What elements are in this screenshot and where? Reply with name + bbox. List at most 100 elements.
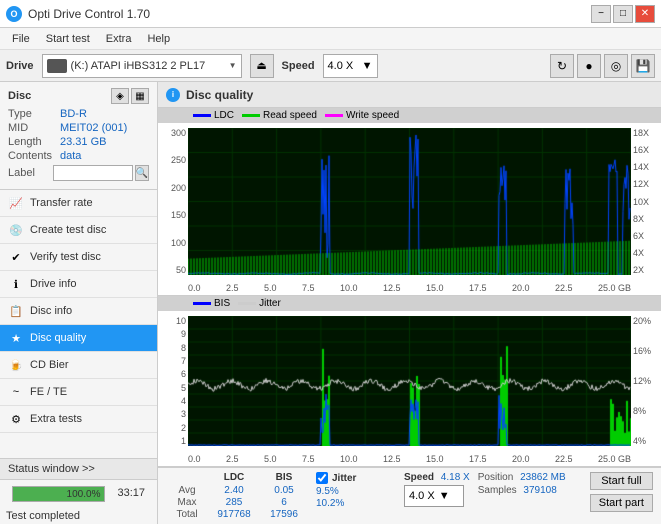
status-window-label: Status window >>	[8, 463, 95, 475]
stats-speed-selector[interactable]: 4.0 X ▼	[404, 485, 464, 507]
bis-legend-color	[193, 302, 211, 305]
progress-bar-container: 100.0%	[12, 486, 105, 502]
position-section: Position 23862 MB Samples 379108	[478, 472, 568, 496]
create-test-disc-icon: 💿	[8, 222, 24, 238]
main-layout: Disc ◈ ▦ Type BD-R MID MEIT02 (001) Leng…	[0, 82, 661, 524]
chart2-y-right: 20% 16% 12% 8% 4%	[631, 316, 661, 446]
charts-area: LDC Read speed Write speed 300 250	[158, 108, 661, 467]
avg-ldc: 2.40	[208, 485, 260, 496]
extra-tests-icon: ⚙	[8, 411, 24, 427]
drive-bar: Drive (K:) ATAPI iHBS312 2 PL17 ▼ ⏏ Spee…	[0, 50, 661, 82]
speed-selector[interactable]: 4.0 X ▼	[323, 54, 378, 78]
time-display: 33:17	[111, 487, 151, 502]
disc-info-icon: 📋	[8, 303, 24, 319]
cd-bier-icon: 🍺	[8, 357, 24, 373]
avg-jitter: 9.5%	[316, 486, 339, 497]
minimize-button[interactable]: −	[591, 5, 611, 23]
sidebar-item-disc-info[interactable]: 📋 Disc info	[0, 298, 157, 325]
read-speed-legend-label: Read speed	[263, 110, 317, 121]
jitter-legend-color	[238, 302, 256, 305]
content-header-icon: i	[166, 88, 180, 102]
bis-header: BIS	[260, 472, 308, 483]
drive-dropdown-arrow: ▼	[229, 61, 237, 70]
status-window-button[interactable]: Status window >>	[0, 459, 157, 480]
sidebar-label-disc-quality: Disc quality	[30, 332, 86, 344]
drive-selector[interactable]: (K:) ATAPI iHBS312 2 PL17 ▼	[42, 54, 242, 78]
read-speed-legend-color	[242, 114, 260, 117]
menu-help[interactable]: Help	[139, 31, 178, 47]
drive-label: Drive	[6, 60, 34, 72]
contents-label: Contents	[8, 150, 60, 162]
chart1-y-right: 18X 16X 14X 12X 10X 8X 6X 4X 2X	[631, 128, 661, 275]
sidebar-label-fe-te: FE / TE	[30, 386, 67, 398]
stats-table: LDC BIS Avg 2.40 0.05 Max 285 6 Total	[166, 472, 308, 520]
avg-bis: 0.05	[260, 485, 308, 496]
chart2-y-left: 10 9 8 7 6 5 4 3 2 1	[158, 316, 188, 446]
fe-te-icon: ~	[8, 384, 24, 400]
position-label: Position	[478, 472, 514, 483]
toolbar-disc-button[interactable]: ◎	[604, 54, 628, 78]
sidebar-item-fe-te[interactable]: ~ FE / TE	[0, 379, 157, 406]
sidebar-label-transfer-rate: Transfer rate	[30, 197, 93, 209]
menu-extra[interactable]: Extra	[98, 31, 140, 47]
sidebar-item-transfer-rate[interactable]: 📈 Transfer rate	[0, 190, 157, 217]
jitter-checkbox[interactable]	[316, 472, 328, 484]
progress-text: 100.0%	[67, 487, 101, 503]
mid-label: MID	[8, 122, 60, 134]
sidebar: Disc ◈ ▦ Type BD-R MID MEIT02 (001) Leng…	[0, 82, 158, 524]
bis-legend-label: BIS	[214, 298, 230, 309]
start-full-button[interactable]: Start full	[590, 472, 653, 490]
sidebar-item-verify-test-disc[interactable]: ✔ Verify test disc	[0, 244, 157, 271]
chart2-container: BIS Jitter 10 9 8 7 6 5 4	[158, 296, 661, 467]
position-value: 23862 MB	[520, 472, 566, 483]
disc-icon-btn-2[interactable]: ▦	[131, 88, 149, 104]
toolbar-save-button[interactable]: 💾	[631, 54, 655, 78]
toolbar-refresh-button[interactable]: ↻	[550, 54, 574, 78]
disc-icon-btn-1[interactable]: ◈	[111, 88, 129, 104]
sidebar-label-cd-bier: CD Bier	[30, 359, 69, 371]
stats-speed-value: 4.0 X	[409, 490, 435, 502]
window-controls: − □ ✕	[591, 5, 655, 23]
type-label: Type	[8, 108, 60, 120]
chart2-x-axis: 0.0 2.5 5.0 7.5 10.0 12.5 15.0 17.5 20.0…	[188, 454, 631, 464]
toolbar-burn-button[interactable]: ●	[577, 54, 601, 78]
app-icon: O	[6, 6, 22, 22]
menu-file[interactable]: File	[4, 31, 38, 47]
sidebar-item-drive-info[interactable]: ℹ Drive info	[0, 271, 157, 298]
bottom-stats: LDC BIS Avg 2.40 0.05 Max 285 6 Total	[158, 467, 661, 524]
close-button[interactable]: ✕	[635, 5, 655, 23]
disc-section-title: Disc	[8, 90, 31, 102]
content-area: i Disc quality LDC Read speed	[158, 82, 661, 524]
chart1-y-left: 300 250 200 150 100 50	[158, 128, 188, 275]
speed-stat-label: Speed	[404, 472, 434, 483]
type-value: BD-R	[60, 108, 87, 120]
total-label: Total	[166, 509, 208, 520]
sidebar-item-extra-tests[interactable]: ⚙ Extra tests	[0, 406, 157, 433]
stats-speed-arrow: ▼	[439, 490, 450, 502]
content-header: i Disc quality	[158, 82, 661, 108]
disc-label-search-button[interactable]: 🔍	[135, 165, 149, 181]
disc-label-input[interactable]	[53, 165, 133, 181]
speed-section: Speed 4.18 X 4.0 X ▼	[404, 472, 470, 507]
maximize-button[interactable]: □	[613, 5, 633, 23]
sidebar-label-disc-info: Disc info	[30, 305, 72, 317]
samples-label: Samples	[478, 485, 517, 496]
sidebar-item-cd-bier[interactable]: 🍺 CD Bier	[0, 352, 157, 379]
write-speed-legend-color	[325, 114, 343, 117]
status-message: Test completed	[0, 508, 157, 524]
sidebar-item-create-test-disc[interactable]: 💿 Create test disc	[0, 217, 157, 244]
max-label: Max	[166, 497, 208, 508]
chart1-legend: LDC Read speed Write speed	[158, 108, 661, 123]
contents-value: data	[60, 150, 81, 162]
ldc-legend-color	[193, 114, 211, 117]
sidebar-item-disc-quality[interactable]: ★ Disc quality	[0, 325, 157, 352]
total-ldc: 917768	[208, 509, 260, 520]
sidebar-label-verify-test-disc: Verify test disc	[30, 251, 101, 263]
menu-start-test[interactable]: Start test	[38, 31, 98, 47]
eject-button[interactable]: ⏏	[250, 54, 274, 78]
max-jitter: 10.2%	[316, 498, 344, 509]
ldc-header: LDC	[208, 472, 260, 483]
sidebar-label-extra-tests: Extra tests	[30, 413, 82, 425]
start-part-button[interactable]: Start part	[590, 494, 653, 512]
chart1-container: LDC Read speed Write speed 300 250	[158, 108, 661, 296]
